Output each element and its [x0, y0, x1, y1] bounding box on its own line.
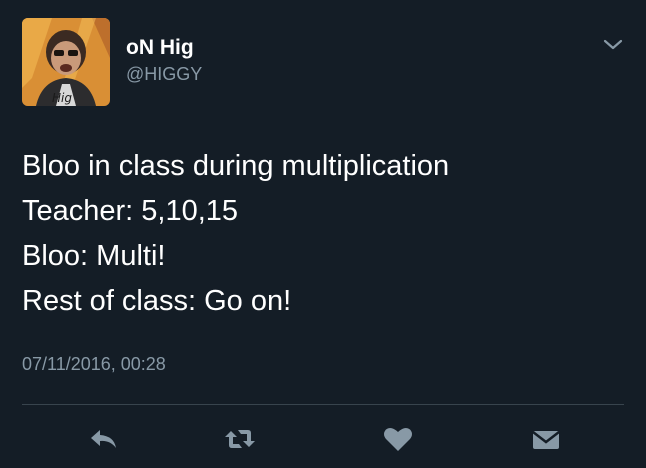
avatar-image: Hig	[22, 18, 110, 106]
envelope-icon	[532, 431, 560, 449]
tweet-line: Bloo: Multi!	[22, 240, 166, 272]
reply-button[interactable]	[86, 424, 122, 454]
tweet-text: Bloo in class during multiplication Teac…	[22, 144, 622, 324]
user-handle[interactable]: @HIGGY	[126, 62, 202, 86]
display-name[interactable]: oN Hig	[126, 36, 202, 60]
tweet-card: Hig oN Hig @HIGGY Bloo in class during m…	[0, 0, 646, 468]
message-button[interactable]	[528, 424, 564, 454]
reply-icon	[91, 430, 116, 448]
tweet-line: Teacher: 5,10,15	[22, 195, 239, 227]
tweet-line: Rest of class: Go on!	[22, 285, 292, 317]
tweet-header: Hig oN Hig @HIGGY	[22, 18, 624, 108]
tweet-actions	[0, 420, 646, 460]
like-button[interactable]	[380, 424, 416, 454]
heart-icon	[384, 427, 412, 451]
retweet-icon	[225, 430, 255, 448]
tweet-timestamp[interactable]: 07/11/2016, 00:28	[22, 354, 166, 375]
divider	[22, 404, 624, 405]
chevron-down-icon[interactable]	[602, 38, 624, 52]
svg-text:Hig: Hig	[52, 91, 72, 105]
retweet-button[interactable]	[222, 424, 258, 454]
tweet-line: Bloo in class during multiplication	[22, 150, 450, 182]
user-names: oN Hig @HIGGY	[126, 36, 202, 86]
avatar[interactable]: Hig	[22, 18, 110, 106]
